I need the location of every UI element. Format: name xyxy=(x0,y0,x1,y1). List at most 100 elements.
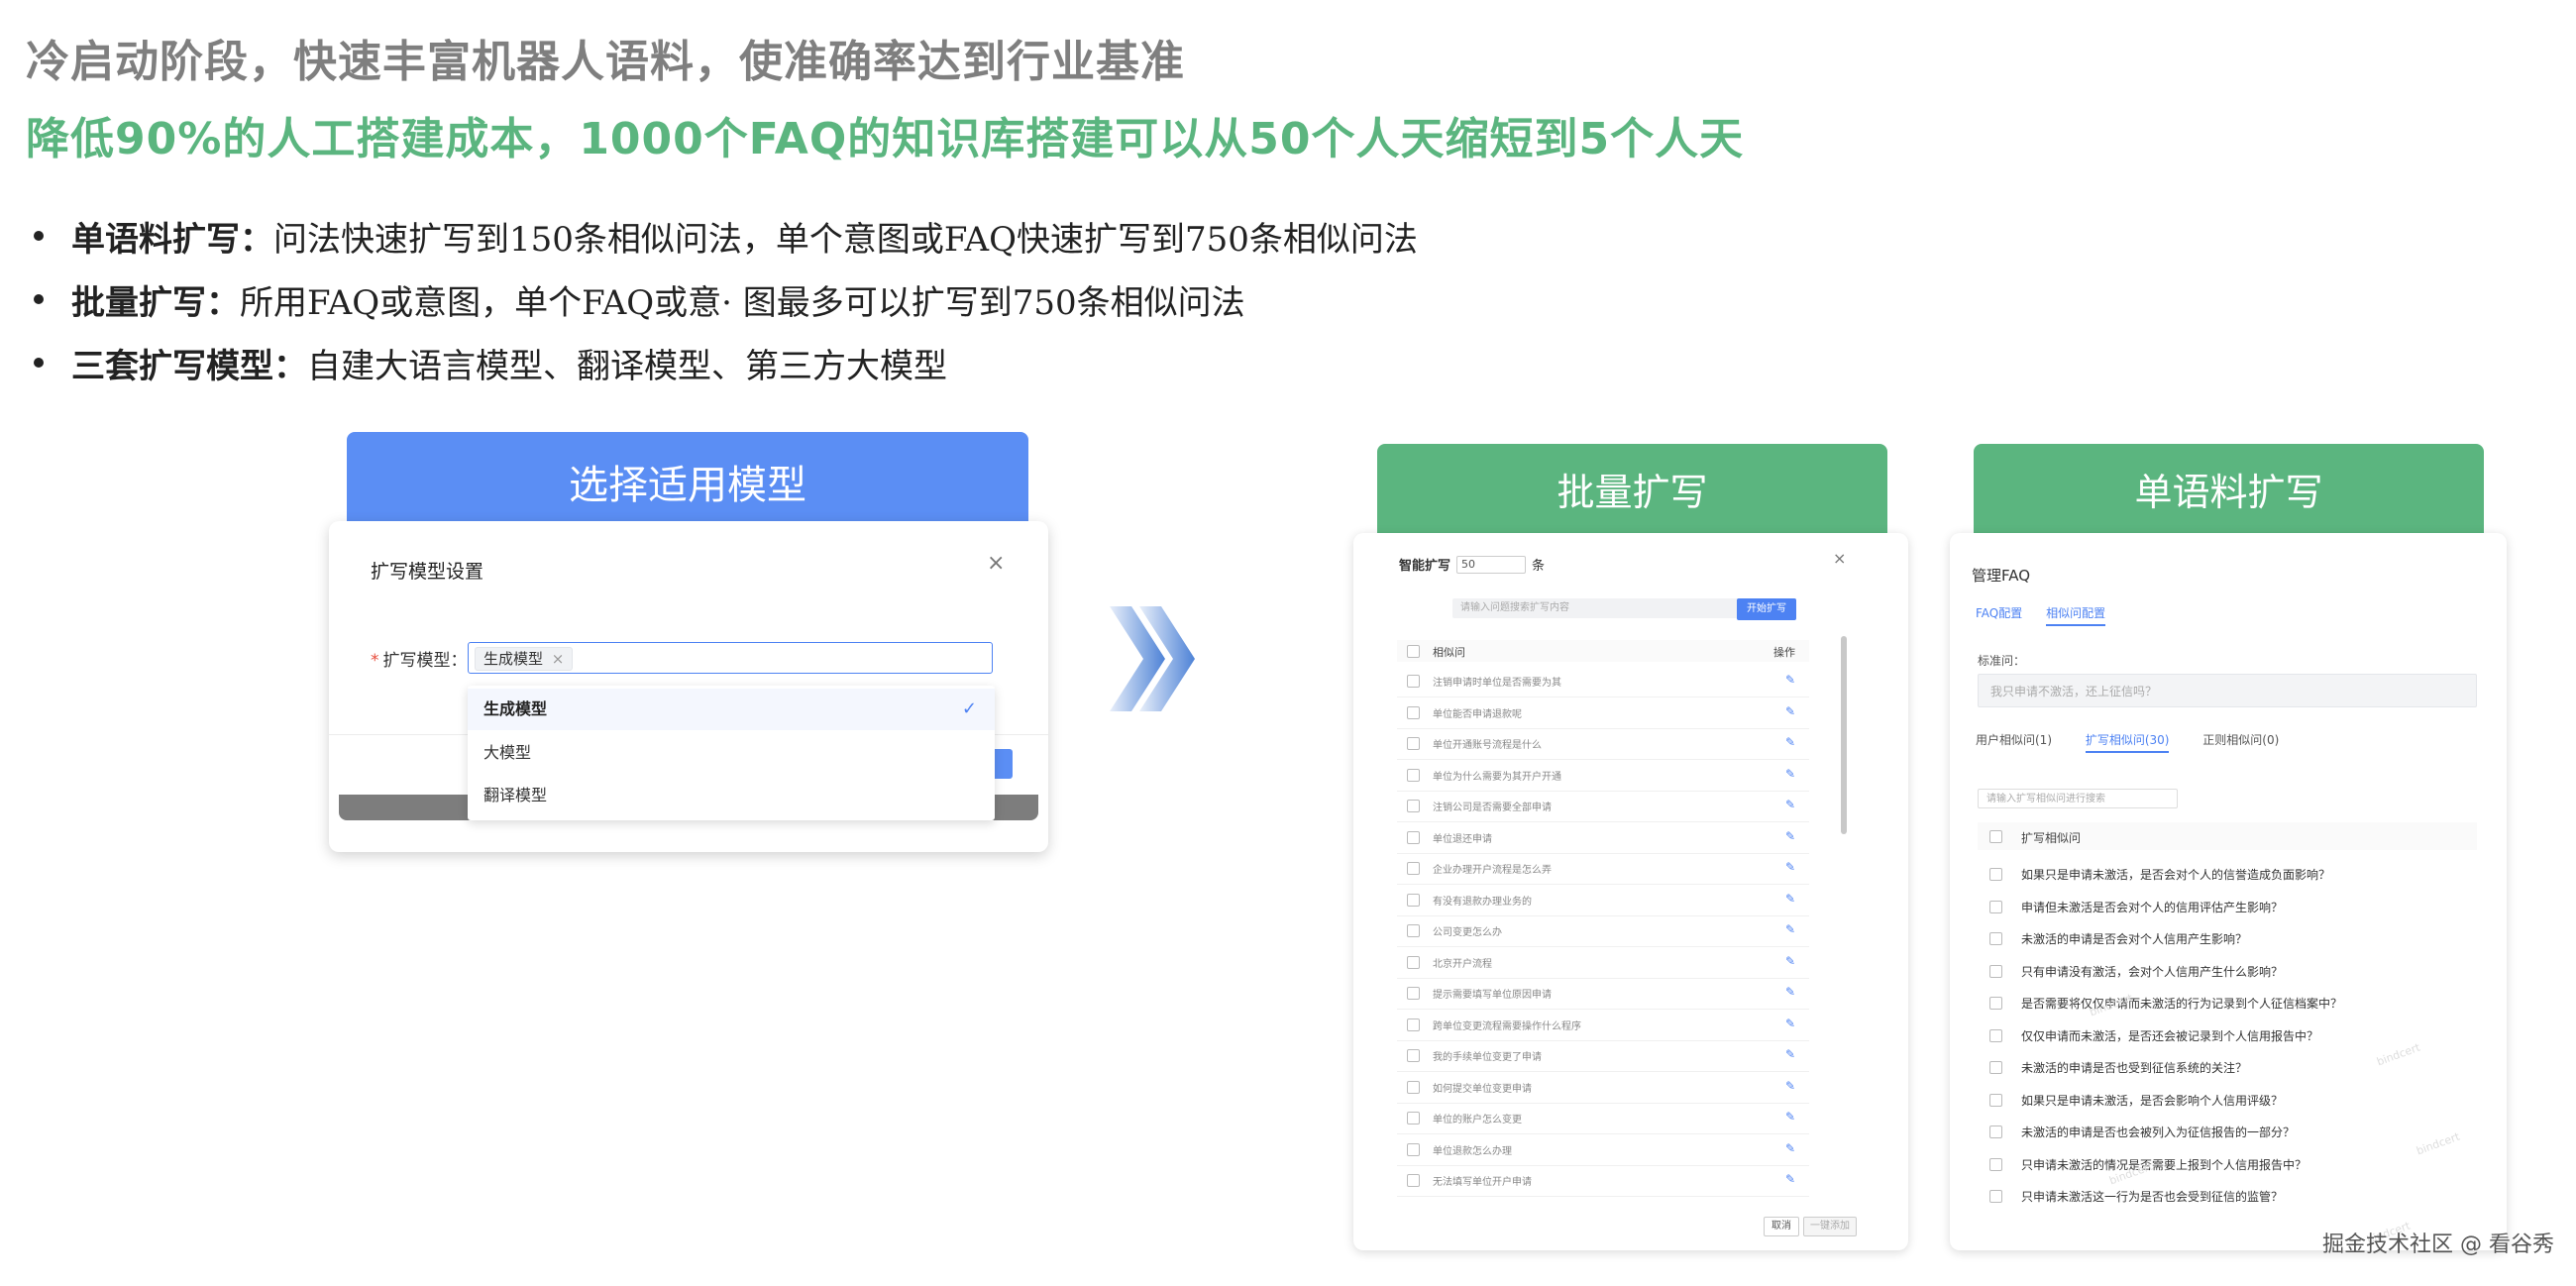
row-checkbox[interactable] xyxy=(1989,1190,2002,1203)
row-question: 公司变更怎么办 xyxy=(1433,927,1502,938)
bullet-title: 批量扩写： xyxy=(71,282,240,323)
field-label-text: 扩写模型： xyxy=(382,651,468,671)
edit-icon[interactable]: ✎ xyxy=(1785,1047,1795,1061)
edit-icon[interactable]: ✎ xyxy=(1785,860,1795,874)
tab-faq-config[interactable]: FAQ配置 xyxy=(1976,606,2022,620)
row-checkbox[interactable] xyxy=(1989,868,2002,881)
search-input[interactable]: 请输入问题搜索扩写内容 xyxy=(1452,598,1742,618)
edit-icon[interactable]: ✎ xyxy=(1785,829,1795,843)
standard-question-field[interactable]: 我只申请不激活，还上征信吗？ xyxy=(1978,674,2477,707)
col-expanded-similar: 扩写相似问 xyxy=(2021,831,2082,845)
edit-icon[interactable]: ✎ xyxy=(1785,1172,1795,1186)
edit-icon[interactable]: ✎ xyxy=(1785,922,1795,936)
row-checkbox[interactable] xyxy=(1407,830,1420,844)
model-select[interactable]: 生成模型 × xyxy=(468,642,993,674)
row-checkbox[interactable] xyxy=(1989,1125,2002,1138)
similar-search-input[interactable]: 请输入扩写相似问进行搜索 xyxy=(1978,789,2178,808)
scrollbar[interactable] xyxy=(1841,636,1847,834)
option-large-model[interactable]: 大模型 xyxy=(468,732,995,774)
row-question: 提示需要填写单位原因申请 xyxy=(1433,990,1552,1001)
row-checkbox[interactable] xyxy=(1989,932,2002,945)
row-checkbox[interactable] xyxy=(1989,1028,2002,1042)
banner-batch-expand: 批量扩写 xyxy=(1377,444,1887,533)
row-checkbox[interactable] xyxy=(1989,1157,2002,1171)
row-question: 单位退款怎么办理 xyxy=(1433,1145,1512,1157)
similar-question: 只申请未激活的情况是否需要上报到个人信用报告中？ xyxy=(2021,1157,2308,1172)
table-row: 注销公司是否需要全部申请 ✎ xyxy=(1397,791,1809,822)
row-checkbox[interactable] xyxy=(1407,1174,1420,1187)
headline-cost-reduction: 降低90%的人工搭建成本，1000个FAQ的知识库搭建可以从50个人天缩短到5个… xyxy=(26,114,1745,164)
option-generation-model[interactable]: 生成模型 ✓ xyxy=(468,689,995,730)
required-mark: * xyxy=(371,651,379,671)
close-icon[interactable]: × xyxy=(1833,549,1846,568)
col-question: 相似问 xyxy=(1433,646,1465,659)
edit-icon[interactable]: ✎ xyxy=(1785,1141,1795,1155)
model-field-label: * 扩写模型： xyxy=(371,646,468,671)
row-question: 单位开通账号流程是什么 xyxy=(1433,740,1542,751)
row-question: 单位能否申请退款呢 xyxy=(1433,708,1522,720)
tag-close-icon[interactable]: × xyxy=(552,650,565,668)
row-checkbox[interactable] xyxy=(1989,900,2002,913)
row-checkbox[interactable] xyxy=(1989,997,2002,1010)
row-checkbox[interactable] xyxy=(1407,737,1420,750)
tab-expanded-similar[interactable]: 扩写相似问(30) xyxy=(2085,733,2170,753)
bullet-models: 三套扩写模型： 自建大语言模型、翻译模型、第三方大模型 xyxy=(30,331,1418,394)
bullet-dot xyxy=(34,294,44,304)
count-input[interactable]: 50 xyxy=(1456,555,1527,574)
option-label: 生成模型 xyxy=(483,699,548,718)
edit-icon[interactable]: ✎ xyxy=(1785,673,1795,687)
edit-icon[interactable]: ✎ xyxy=(1785,1079,1795,1093)
add-all-button[interactable]: 一键添加 xyxy=(1803,1217,1857,1236)
row-checkbox[interactable] xyxy=(1407,987,1420,1000)
tab-regex-similar[interactable]: 正则相似问(0) xyxy=(2202,733,2279,747)
row-checkbox[interactable] xyxy=(1989,964,2002,978)
edit-icon[interactable]: ✎ xyxy=(1785,892,1795,906)
table-row: 我的手续单位变更了申请 ✎ xyxy=(1397,1040,1809,1072)
tab-similar-config[interactable]: 相似问配置 xyxy=(2046,606,2106,626)
row-question: 单位退还申请 xyxy=(1433,833,1492,845)
select-all-checkbox[interactable] xyxy=(1407,645,1420,658)
row-checkbox[interactable] xyxy=(1407,955,1420,969)
edit-icon[interactable]: ✎ xyxy=(1785,704,1795,718)
row-checkbox[interactable] xyxy=(1407,924,1420,937)
row-checkbox[interactable] xyxy=(1407,800,1420,812)
close-icon[interactable]: × xyxy=(987,551,1005,576)
bullet-single-corpus: 单语料扩写： 问法快速扩写到150条相似问法，单个意图或FAQ快速扩写到750条… xyxy=(30,204,1418,268)
row-checkbox[interactable] xyxy=(1407,1018,1420,1031)
table-row: 北京开户流程 ✎ xyxy=(1397,947,1809,979)
edit-icon[interactable]: ✎ xyxy=(1785,954,1795,968)
edit-icon[interactable]: ✎ xyxy=(1785,1017,1795,1030)
row-checkbox[interactable] xyxy=(1407,1049,1420,1062)
similar-question: 如果只是申请未激活，是否会对个人的信誉造成负面影响？ xyxy=(2021,868,2331,882)
edit-icon[interactable]: ✎ xyxy=(1785,798,1795,811)
row-checkbox[interactable] xyxy=(1407,768,1420,782)
edit-icon[interactable]: ✎ xyxy=(1785,735,1795,749)
row-checkbox[interactable] xyxy=(1407,862,1420,875)
selected-model-tag: 生成模型 × xyxy=(475,647,574,671)
table-row: 单位退还申请 ✎ xyxy=(1397,822,1809,854)
option-translation-model[interactable]: 翻译模型 xyxy=(468,775,995,816)
edit-icon[interactable]: ✎ xyxy=(1785,985,1795,999)
count-unit: 条 xyxy=(1532,559,1546,574)
edit-icon[interactable]: ✎ xyxy=(1785,1110,1795,1124)
row-checkbox[interactable] xyxy=(1407,893,1420,907)
row-checkbox[interactable] xyxy=(1407,1142,1420,1156)
cancel-button[interactable]: 取消 xyxy=(1764,1217,1799,1236)
row-checkbox[interactable] xyxy=(1407,1080,1420,1094)
bullet-dot xyxy=(34,358,44,368)
dialog-title: 管理FAQ xyxy=(1972,567,2031,585)
list-item: 未激活的申请是否会对个人信用产生影响？ xyxy=(1978,922,2477,954)
row-checkbox[interactable] xyxy=(1407,675,1420,688)
row-question: 注销公司是否需要全部申请 xyxy=(1433,803,1552,813)
start-expand-button[interactable]: 开始扩写 xyxy=(1737,598,1796,620)
select-all-checkbox[interactable] xyxy=(1989,830,2002,843)
row-question: 单位的账户怎么变更 xyxy=(1433,1115,1522,1125)
edit-icon[interactable]: ✎ xyxy=(1785,767,1795,781)
row-checkbox[interactable] xyxy=(1407,705,1420,719)
list-item: 申请但未激活是否会对个人的信用评估产生影响？ xyxy=(1978,891,2477,922)
row-checkbox[interactable] xyxy=(1407,1112,1420,1125)
row-checkbox[interactable] xyxy=(1989,1093,2002,1107)
feature-bullet-list: 单语料扩写： 问法快速扩写到150条相似问法，单个意图或FAQ快速扩写到750条… xyxy=(30,204,1418,394)
row-checkbox[interactable] xyxy=(1989,1061,2002,1074)
tab-user-similar[interactable]: 用户相似问(1) xyxy=(1976,733,2052,747)
